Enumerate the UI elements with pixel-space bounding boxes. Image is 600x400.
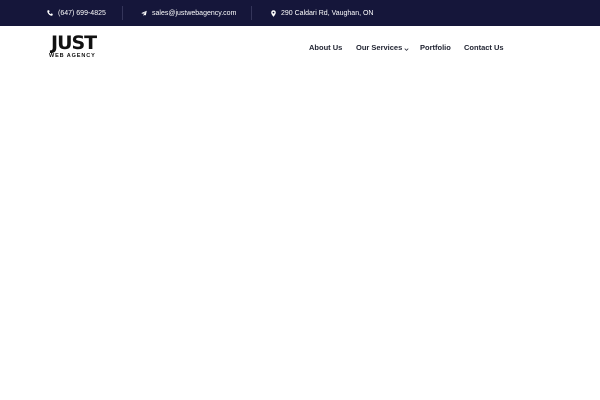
phone-number: (647) 699-4825 xyxy=(58,9,106,17)
paper-plane-icon xyxy=(141,10,147,17)
top-contact-bar: (647) 699-4825 sales@justwebagency.com 2… xyxy=(0,0,600,26)
nav-label: Contact Us xyxy=(464,43,504,52)
email-address: sales@justwebagency.com xyxy=(152,9,237,17)
email-contact[interactable]: sales@justwebagency.com xyxy=(141,0,236,26)
map-marker-icon xyxy=(270,9,276,17)
phone-contact[interactable]: (647) 699-4825 xyxy=(47,0,106,26)
logo-tagline: WEB AGENCY xyxy=(49,53,96,59)
nav-label: Portfolio xyxy=(420,43,451,52)
address-contact[interactable]: 290 Caldari Rd, Vaughan, ON xyxy=(270,0,373,26)
street-address: 290 Caldari Rd, Vaughan, ON xyxy=(281,9,374,17)
phone-icon xyxy=(47,10,53,17)
divider xyxy=(251,6,252,20)
divider xyxy=(122,6,123,20)
logo-wordmark: JUST xyxy=(51,32,97,54)
nav-about-us[interactable]: About Us xyxy=(309,43,342,52)
site-logo[interactable]: JUST WEB AGENCY xyxy=(49,32,105,60)
chevron-down-icon xyxy=(404,45,409,51)
nav-our-services[interactable]: Our Services xyxy=(356,43,409,52)
site-header: JUST WEB AGENCY About Us Our Services Po… xyxy=(0,26,600,70)
nav-label: About Us xyxy=(309,43,343,52)
nav-contact-us[interactable]: Contact Us xyxy=(464,43,504,52)
nav-portfolio[interactable]: Portfolio xyxy=(420,43,451,52)
nav-label: Our Services xyxy=(356,43,403,52)
